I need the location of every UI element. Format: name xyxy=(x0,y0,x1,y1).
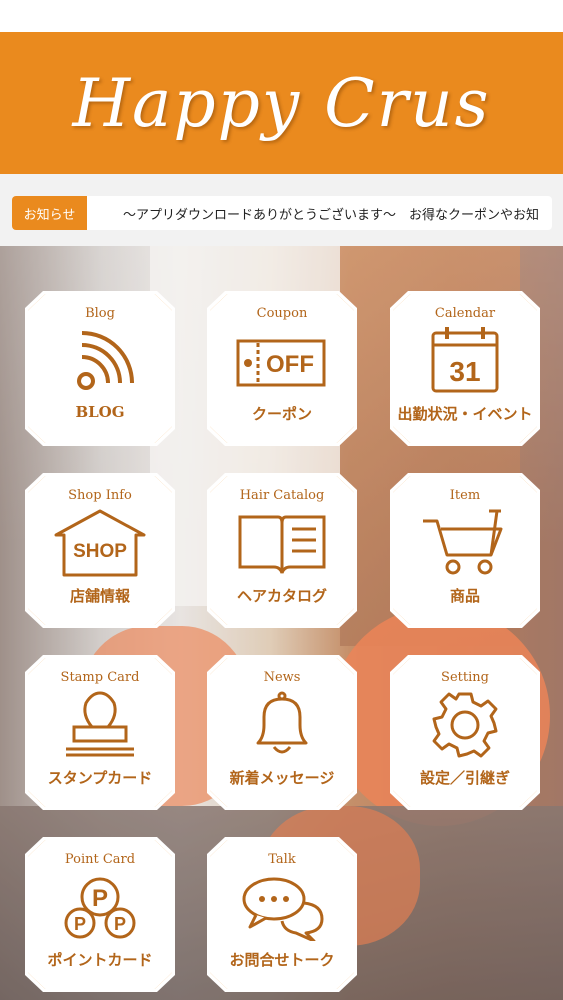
cart-icon xyxy=(417,509,513,577)
svg-text:P: P xyxy=(74,914,86,934)
tile-jp-label: BLOG xyxy=(75,403,125,421)
tile-jp-label: 店舗情報 xyxy=(69,587,130,605)
tile-jp-label: お問合せトーク xyxy=(229,951,335,969)
shop-icon: SHOP xyxy=(52,509,148,577)
menu-tile-shop-info[interactable]: Shop Info SHOP 店舗情報 xyxy=(25,473,175,628)
bell-icon xyxy=(234,691,330,759)
tile-jp-label: 商品 xyxy=(449,587,480,605)
tile-en-label: Point Card xyxy=(64,852,136,867)
coupon-icon: OFF xyxy=(234,327,330,395)
news-label: お知らせ xyxy=(12,196,87,230)
menu-tile-setting[interactable]: Setting 設定／引継ぎ xyxy=(390,655,540,810)
tile-jp-label: クーポン xyxy=(251,405,312,423)
menu-tile-talk[interactable]: Talk お問合せトーク xyxy=(207,837,357,992)
status-area xyxy=(0,0,563,32)
gear-icon xyxy=(417,691,513,759)
tile-jp-label: ポイントカード xyxy=(47,951,153,969)
tile-en-label: Stamp Card xyxy=(60,670,140,685)
menu-tile-calendar[interactable]: Calendar 31 出勤状況・イベント xyxy=(390,291,540,446)
points-icon: P P P xyxy=(52,873,148,941)
svg-text:31: 31 xyxy=(449,356,480,387)
book-icon xyxy=(234,509,330,577)
rss-icon xyxy=(52,327,148,395)
app-title: Happy Crus xyxy=(72,64,491,142)
tile-en-label: Shop Info xyxy=(68,488,132,503)
tile-en-label: Blog xyxy=(85,306,115,321)
tile-en-label: Item xyxy=(449,488,481,503)
menu-tile-stamp-card[interactable]: Stamp Card スタンプカード xyxy=(25,655,175,810)
tile-jp-label: 新着メッセージ xyxy=(229,769,335,787)
app-header: Happy Crus xyxy=(0,32,563,174)
tile-en-label: Coupon xyxy=(256,306,308,321)
tile-jp-label: 設定／引継ぎ xyxy=(419,769,510,787)
news-strip: お知らせ 〜アプリダウンロードありがとうございます〜 お得なクーポンやお知 xyxy=(0,174,563,246)
chat-icon xyxy=(234,873,330,941)
tile-jp-label: ヘアカタログ xyxy=(236,587,327,605)
stamp-icon xyxy=(52,691,148,759)
menu-tile-coupon[interactable]: Coupon OFF クーポン xyxy=(207,291,357,446)
tile-jp-label: スタンプカード xyxy=(47,769,153,787)
tile-en-label: News xyxy=(263,670,301,685)
tile-en-label: Calendar xyxy=(434,306,496,321)
menu-tile-hair-catalog[interactable]: Hair Catalog ヘアカタログ xyxy=(207,473,357,628)
news-ticker[interactable]: お知らせ 〜アプリダウンロードありがとうございます〜 お得なクーポンやお知 xyxy=(12,196,552,230)
menu-tile-news[interactable]: News 新着メッセージ xyxy=(207,655,357,810)
svg-text:SHOP: SHOP xyxy=(73,541,127,562)
menu-tile-item[interactable]: Item 商品 xyxy=(390,473,540,628)
menu-tile-blog[interactable]: Blog BLOG xyxy=(25,291,175,446)
svg-text:P: P xyxy=(92,885,108,912)
svg-text:OFF: OFF xyxy=(266,351,314,378)
tile-jp-label: 出勤状況・イベント xyxy=(397,405,533,423)
calendar-icon: 31 xyxy=(417,327,513,395)
tile-en-label: Talk xyxy=(268,852,296,867)
svg-text:P: P xyxy=(114,914,126,934)
tile-en-label: Setting xyxy=(441,670,489,685)
menu-tile-point-card[interactable]: Point Card P P P ポイントカード xyxy=(25,837,175,992)
tile-en-label: Hair Catalog xyxy=(239,488,325,503)
news-text: 〜アプリダウンロードありがとうございます〜 お得なクーポンやお知 xyxy=(123,207,540,223)
